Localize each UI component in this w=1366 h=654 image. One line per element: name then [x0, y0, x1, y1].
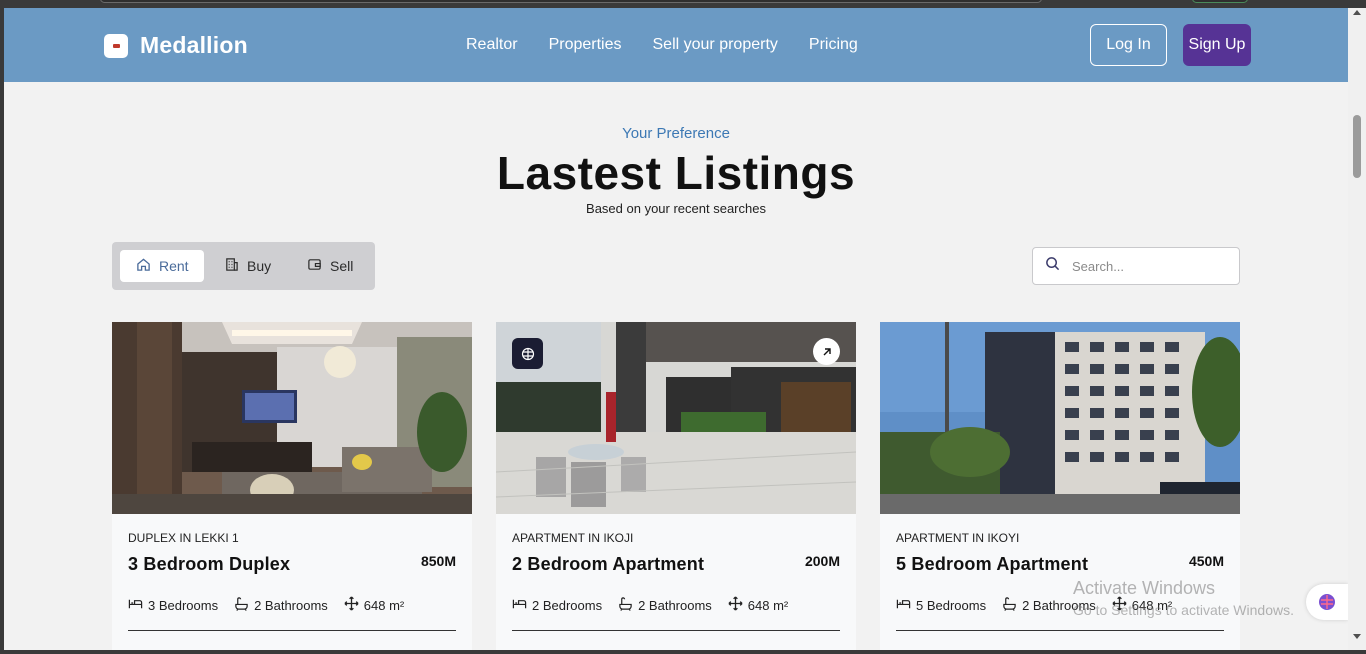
windows-activation-hint: Go to Settings to activate Windows.	[1073, 602, 1294, 618]
page-scrollbar[interactable]	[1348, 8, 1366, 650]
address-bar[interactable]	[100, 0, 1042, 3]
move-arrows-icon	[728, 596, 743, 614]
area-label: 648 m²	[363, 597, 405, 613]
bathrooms-feature: 2 Bathrooms	[234, 596, 328, 614]
bathrooms-label: 2 Bathrooms	[638, 597, 712, 613]
bathrooms-feature: 2 Bathrooms	[618, 596, 712, 614]
bed-icon	[128, 596, 143, 614]
bedrooms-feature: 5 Bedrooms	[896, 596, 986, 614]
logo-icon	[104, 33, 128, 58]
listing-price: 850M	[420, 553, 456, 569]
section-kicker: Your Preference	[622, 125, 730, 142]
tab-sell-label: Sell	[330, 258, 354, 274]
scrollbar-thumb[interactable]	[1353, 115, 1361, 178]
search-icon	[1045, 256, 1060, 276]
nav-link-pricing[interactable]: Pricing	[809, 36, 858, 54]
bathtub-icon	[1002, 596, 1017, 614]
move-arrows-icon	[344, 596, 359, 614]
area-label: 648 m²	[747, 597, 789, 613]
area-feature: 648 m²	[728, 596, 788, 614]
bed-icon	[896, 596, 911, 614]
page-viewport: Medallion Realtor Properties Sell your p…	[4, 8, 1348, 650]
nav-link-properties[interactable]: Properties	[549, 36, 622, 54]
scroll-down-arrow-icon[interactable]	[1353, 634, 1361, 639]
tab-rent[interactable]: Rent	[120, 250, 204, 282]
listing-card[interactable]: DUPLEX IN LEKKI 1 3 Bedroom Duplex 850M …	[112, 322, 472, 650]
listing-type: DUPLEX IN LEKKI 1	[128, 531, 239, 545]
bedrooms-feature: 2 Bedrooms	[512, 596, 602, 614]
tab-sell[interactable]: Sell	[307, 250, 371, 282]
bed-icon	[512, 596, 527, 614]
wallet-icon	[307, 257, 322, 275]
browser-extension-button[interactable]	[1192, 0, 1248, 3]
bathtub-icon	[618, 596, 633, 614]
scroll-up-arrow-icon[interactable]	[1353, 10, 1361, 15]
listing-card[interactable]: APARTMENT IN IKOJI 2 Bedroom Apartment 2…	[496, 322, 856, 650]
listing-card[interactable]: APARTMENT IN IKOYI 5 Bedroom Apartment 4…	[880, 322, 1240, 650]
card-divider	[128, 630, 456, 631]
brain-icon[interactable]	[512, 338, 543, 369]
search-box	[1032, 247, 1240, 285]
bedrooms-label: 3 Bedrooms	[148, 597, 219, 613]
brand-name: Medallion	[140, 32, 248, 58]
listing-type: APARTMENT IN IKOYI	[896, 531, 1020, 545]
bedrooms-label: 5 Bedrooms	[916, 597, 987, 613]
search-input[interactable]	[1072, 258, 1222, 274]
tab-buy-label: Buy	[247, 258, 272, 274]
login-button[interactable]: Log In	[1090, 24, 1167, 66]
browser-top-strip	[0, 0, 1366, 8]
windows-activation-title: Activate Windows	[1073, 578, 1216, 598]
listing-type: APARTMENT IN IKOJI	[512, 531, 634, 545]
listing-price: 450M	[1188, 553, 1224, 569]
nav-links: Realtor Properties Sell your property Pr…	[466, 36, 889, 54]
bedrooms-label: 2 Bedrooms	[532, 597, 603, 613]
listing-features: 3 Bedrooms 2 Bathrooms 648 m²	[128, 596, 404, 614]
assistant-brain-icon[interactable]	[1306, 584, 1348, 620]
bathtub-icon	[234, 596, 249, 614]
listing-price: 200M	[804, 553, 840, 569]
external-link-icon[interactable]	[813, 338, 840, 365]
bathrooms-label: 2 Bathrooms	[254, 597, 328, 613]
page-title: Lastest Listings	[496, 147, 856, 199]
listing-title[interactable]: 3 Bedroom Duplex	[128, 554, 290, 575]
listing-type-tabs: Rent Buy Sell	[112, 242, 375, 290]
home-icon	[136, 257, 151, 275]
tower-building-photo[interactable]	[880, 322, 1240, 514]
card-divider	[896, 630, 1224, 631]
tab-rent-label: Rent	[159, 258, 189, 274]
nav-link-realtor[interactable]: Realtor	[466, 36, 518, 54]
signup-button[interactable]: Sign Up	[1183, 24, 1251, 66]
brand[interactable]: Medallion	[104, 32, 248, 59]
section-subtitle: Based on your recent searches	[586, 201, 766, 216]
listing-title[interactable]: 2 Bedroom Apartment	[512, 554, 704, 575]
bedrooms-feature: 3 Bedrooms	[128, 596, 218, 614]
listing-title[interactable]: 5 Bedroom Apartment	[896, 554, 1088, 575]
navbar: Medallion Realtor Properties Sell your p…	[4, 8, 1348, 82]
nav-link-sell-your-property[interactable]: Sell your property	[653, 36, 778, 54]
living-room-photo[interactable]	[112, 322, 472, 514]
patio-building-photo[interactable]	[496, 322, 856, 514]
area-feature: 648 m²	[344, 596, 404, 614]
listing-features: 2 Bedrooms 2 Bathrooms 648 m²	[512, 596, 788, 614]
card-divider	[512, 630, 840, 631]
tab-buy[interactable]: Buy	[224, 250, 294, 282]
building-icon	[224, 257, 239, 275]
